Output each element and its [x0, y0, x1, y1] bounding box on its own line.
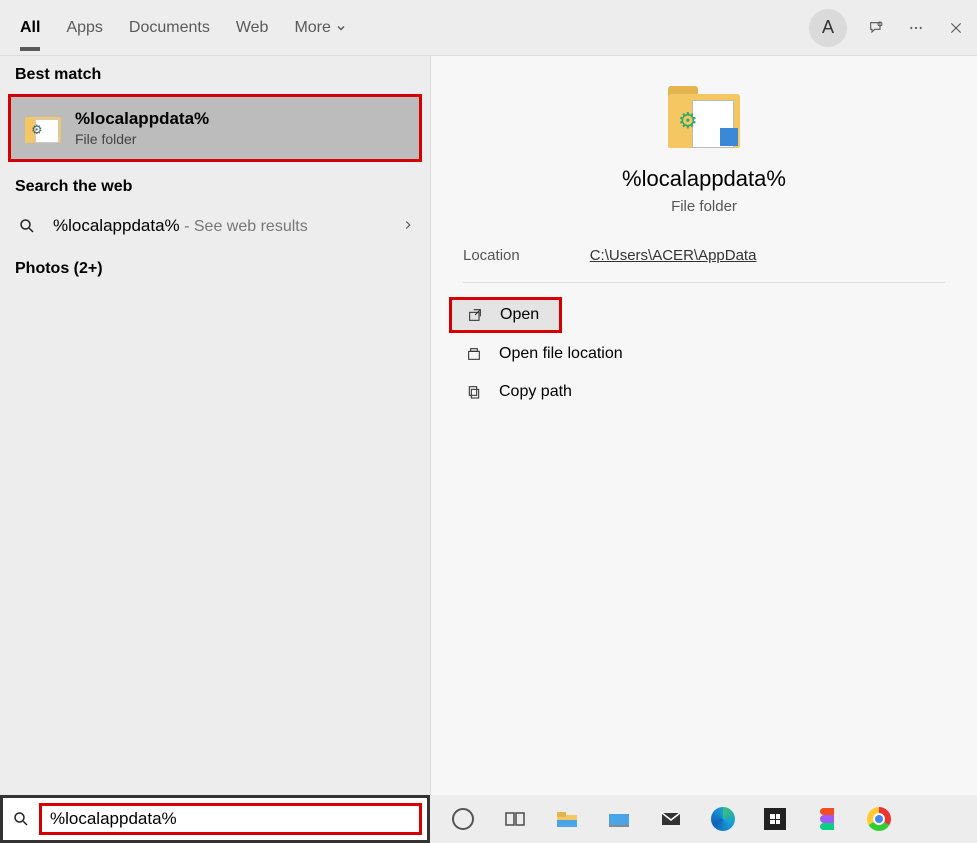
search-icon: [15, 214, 39, 238]
tab-web[interactable]: Web: [236, 5, 269, 51]
preview-subtitle: File folder: [431, 198, 977, 215]
tab-more[interactable]: More: [294, 5, 346, 51]
result-subtitle: File folder: [75, 131, 209, 147]
web-suffix: - See web results: [180, 218, 308, 235]
tab-apps[interactable]: Apps: [66, 5, 102, 51]
preview-title: %localappdata%: [431, 166, 977, 192]
results-panel: Best match ⚙ %localappdata% File folder …: [0, 56, 430, 795]
folder-location-icon: [463, 346, 485, 362]
chevron-down-icon: [335, 22, 347, 34]
user-avatar[interactable]: A: [809, 9, 847, 47]
feedback-icon[interactable]: [865, 17, 887, 39]
best-match-result[interactable]: ⚙ %localappdata% File folder: [8, 94, 422, 162]
location-row: Location C:\Users\ACER\AppData: [463, 247, 945, 283]
action-open-file-location[interactable]: Open file location: [431, 335, 977, 373]
taskbar-cortana[interactable]: [450, 806, 476, 832]
action-copy-path[interactable]: Copy path: [431, 373, 977, 411]
web-search-result[interactable]: %localappdata% - See web results: [0, 202, 430, 250]
search-box[interactable]: [0, 795, 430, 843]
bottom-bar: [0, 795, 977, 843]
search-input[interactable]: [50, 809, 411, 829]
action-open[interactable]: Open: [449, 297, 562, 333]
more-options-icon[interactable]: [905, 17, 927, 39]
result-title: %localappdata%: [75, 109, 209, 129]
preview-panel: ⚙ %localappdata% File folder Location C:…: [430, 56, 977, 795]
open-icon: [464, 307, 486, 323]
taskbar-chrome[interactable]: [866, 806, 892, 832]
section-best-match: Best match: [0, 56, 430, 90]
search-filter-tabs: All Apps Documents Web More A: [0, 0, 977, 56]
location-path-link[interactable]: C:\Users\ACER\AppData: [590, 247, 757, 264]
taskbar-onscreen-keyboard[interactable]: [606, 806, 632, 832]
taskbar-store[interactable]: [762, 806, 788, 832]
preview-folder-icon: ⚙: [668, 86, 740, 148]
search-icon: [3, 810, 39, 828]
copy-icon: [463, 384, 485, 400]
section-photos[interactable]: Photos (2+): [0, 250, 430, 288]
taskbar-edge[interactable]: [710, 806, 736, 832]
taskbar: [430, 795, 977, 843]
tab-all[interactable]: All: [20, 5, 40, 51]
web-query-text: %localappdata%: [53, 216, 180, 235]
section-search-web: Search the web: [0, 168, 430, 202]
taskbar-task-view[interactable]: [502, 806, 528, 832]
close-button[interactable]: [945, 17, 967, 39]
folder-icon: ⚙: [25, 113, 61, 143]
taskbar-mail[interactable]: [658, 806, 684, 832]
taskbar-figma[interactable]: [814, 806, 840, 832]
taskbar-file-explorer[interactable]: [554, 806, 580, 832]
chevron-right-icon: [401, 218, 415, 235]
location-label: Location: [463, 247, 520, 264]
tab-documents[interactable]: Documents: [129, 5, 210, 51]
